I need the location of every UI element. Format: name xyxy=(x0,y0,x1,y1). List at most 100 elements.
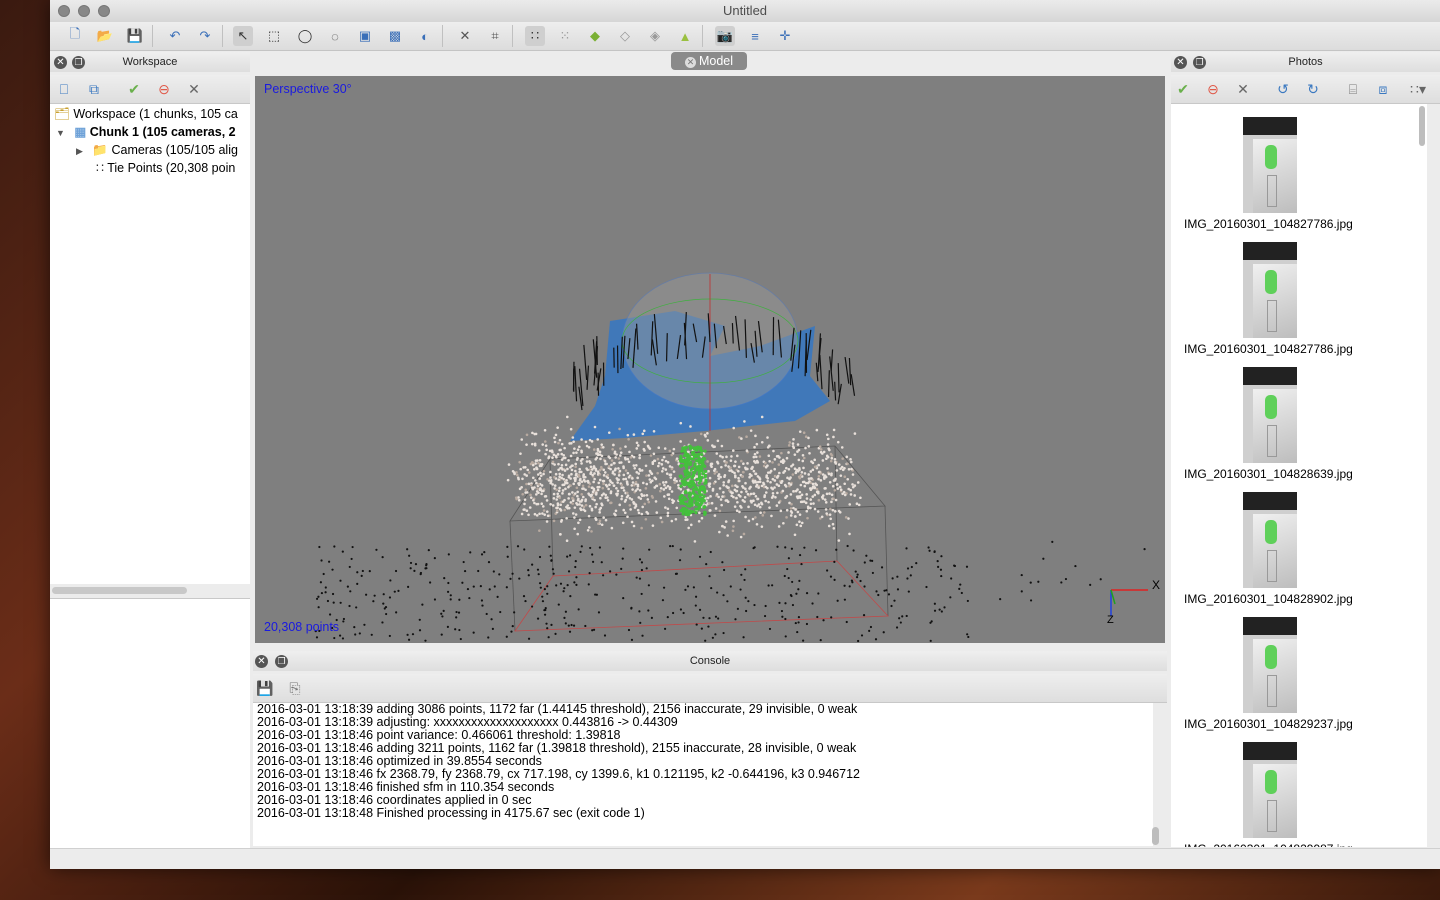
chunk-icon: ▦ xyxy=(74,125,87,139)
cloud-point xyxy=(618,503,622,507)
wireframe-model-icon[interactable]: ◈ xyxy=(645,26,665,46)
dense-cloud-icon[interactable]: ⁙ xyxy=(555,26,575,46)
redo-icon[interactable]: ↷ xyxy=(195,26,215,46)
save-log-icon[interactable]: 💾 xyxy=(256,679,274,697)
sparse-point xyxy=(360,574,363,577)
photo-thumbnail[interactable] xyxy=(1243,492,1297,588)
sparse-point xyxy=(678,559,682,562)
tree-item-workspace[interactable]: 🗂 Workspace (1 chunks, 105 ca xyxy=(54,105,254,123)
rotate-object-icon[interactable]: ▩ xyxy=(385,26,405,46)
sparse-point xyxy=(708,575,711,578)
photo-thumbnail[interactable] xyxy=(1243,367,1297,463)
tree-item-chunk[interactable]: ▼ ▦ Chunk 1 (105 cameras, 2 xyxy=(56,123,256,141)
cloud-point xyxy=(719,498,723,501)
rotate-right-icon[interactable]: ↻ xyxy=(1304,80,1322,98)
cloud-point xyxy=(668,487,672,491)
sparse-point xyxy=(915,561,918,565)
minimize-window-button[interactable] xyxy=(78,5,90,17)
float-pane-icon[interactable]: ❐ xyxy=(275,655,288,668)
sparse-point xyxy=(855,576,859,579)
cloud-point xyxy=(535,493,538,496)
close-pane-icon[interactable]: ✕ xyxy=(54,56,67,69)
cloud-point xyxy=(555,498,558,501)
undo-icon[interactable]: ↶ xyxy=(165,26,185,46)
sparse-point xyxy=(454,628,457,631)
cloud-point xyxy=(535,514,539,517)
enable-icon[interactable]: ✔ xyxy=(125,80,143,98)
collapse-arrow-icon[interactable]: ▶ xyxy=(76,146,83,156)
show-cameras-icon[interactable]: 📷 xyxy=(715,26,735,46)
model-viewport[interactable]: Perspective 30° 20,308 points X Z xyxy=(255,76,1165,643)
shaded-model-icon[interactable]: ◆ xyxy=(585,26,605,46)
vertical-scrollbar[interactable] xyxy=(1152,827,1159,845)
remove-photo-icon[interactable]: ✕ xyxy=(1234,80,1252,98)
cloud-point xyxy=(632,524,636,528)
clear-log-icon[interactable]: ⎘ xyxy=(286,679,304,697)
cloud-point xyxy=(753,445,756,449)
cloud-point xyxy=(599,457,602,461)
cloud-point xyxy=(789,514,793,517)
float-pane-icon[interactable]: ❐ xyxy=(72,56,85,69)
rect-select-icon[interactable]: ⬚ xyxy=(264,26,284,46)
tab-model[interactable]: ✕ Model xyxy=(671,52,747,70)
remove-icon[interactable]: ✕ xyxy=(185,80,203,98)
disable-photo-icon[interactable]: ⊖ xyxy=(1204,80,1222,98)
close-pane-icon[interactable]: ✕ xyxy=(255,655,268,668)
show-region-icon[interactable]: ≡ xyxy=(745,26,765,46)
model-point xyxy=(684,465,689,470)
disable-icon[interactable]: ⊖ xyxy=(155,80,173,98)
view-mode-icon[interactable]: ∷▾ xyxy=(1409,80,1427,98)
enable-photo-icon[interactable]: ✔ xyxy=(1174,80,1192,98)
cloud-point xyxy=(547,455,551,458)
cloud-point xyxy=(569,427,573,431)
float-pane-icon[interactable]: ❐ xyxy=(1193,56,1206,69)
sparse-point xyxy=(640,568,644,572)
photo-thumbnail[interactable] xyxy=(1243,617,1297,713)
cloud-point xyxy=(717,495,720,499)
cloud-point xyxy=(579,507,582,510)
delete-icon[interactable]: ✕ xyxy=(455,26,475,46)
open-icon[interactable]: 📂 xyxy=(95,26,115,46)
cloud-point xyxy=(588,468,592,471)
navigate-icon[interactable]: ▣ xyxy=(355,26,375,46)
save-icon[interactable]: 💾 xyxy=(125,26,145,46)
cloud-point xyxy=(608,479,612,482)
cloud-point xyxy=(506,478,510,482)
photo-thumbnail[interactable] xyxy=(1243,742,1297,838)
close-pane-icon[interactable]: ✕ xyxy=(1174,56,1187,69)
cloud-point xyxy=(641,505,644,509)
sparse-point xyxy=(830,616,833,619)
cloud-point xyxy=(791,442,795,445)
tie-points-icon[interactable]: ∷ xyxy=(525,26,545,46)
cloud-point xyxy=(804,446,807,450)
photo-thumbnail[interactable] xyxy=(1243,242,1297,338)
cloud-point xyxy=(730,494,733,498)
add-chunk-icon[interactable]: ⎕ xyxy=(55,80,73,98)
cloud-point xyxy=(730,455,733,458)
solid-model-icon[interactable]: ◇ xyxy=(615,26,635,46)
tree-item-cameras[interactable]: ▶ 📁 Cameras (105/105 alig xyxy=(76,141,276,159)
pointer-icon[interactable]: ↖ xyxy=(233,26,253,46)
sparse-point xyxy=(795,592,798,595)
crop-icon[interactable]: ⌗ xyxy=(485,26,505,46)
move-object-icon[interactable]: ◐ xyxy=(415,26,435,46)
circle-select-icon[interactable]: ◯ xyxy=(295,26,315,46)
horizontal-scrollbar[interactable] xyxy=(52,587,187,594)
photo-thumbnail[interactable] xyxy=(1243,117,1297,213)
expand-arrow-icon[interactable]: ▼ xyxy=(56,128,65,138)
zoom-window-button[interactable] xyxy=(98,5,110,17)
vertical-scrollbar[interactable] xyxy=(1419,106,1425,146)
close-window-button[interactable] xyxy=(58,5,70,17)
cloud-point xyxy=(824,508,828,511)
add-photos-icon[interactable]: ⧉ xyxy=(85,80,103,98)
filter-icon[interactable]: ⌸ xyxy=(1344,80,1362,98)
close-tab-icon[interactable]: ✕ xyxy=(684,57,696,68)
cloud-point xyxy=(638,456,641,460)
free-select-icon[interactable]: ◌ xyxy=(325,26,345,46)
textured-model-icon[interactable]: ▲ xyxy=(675,26,695,46)
cloud-point xyxy=(670,519,674,523)
reset-filter-icon[interactable]: ⧈ xyxy=(1374,80,1392,98)
rotate-left-icon[interactable]: ↺ xyxy=(1274,80,1292,98)
reset-view-icon[interactable]: ✛ xyxy=(775,26,795,46)
new-icon[interactable]: 🗋 xyxy=(65,26,85,46)
